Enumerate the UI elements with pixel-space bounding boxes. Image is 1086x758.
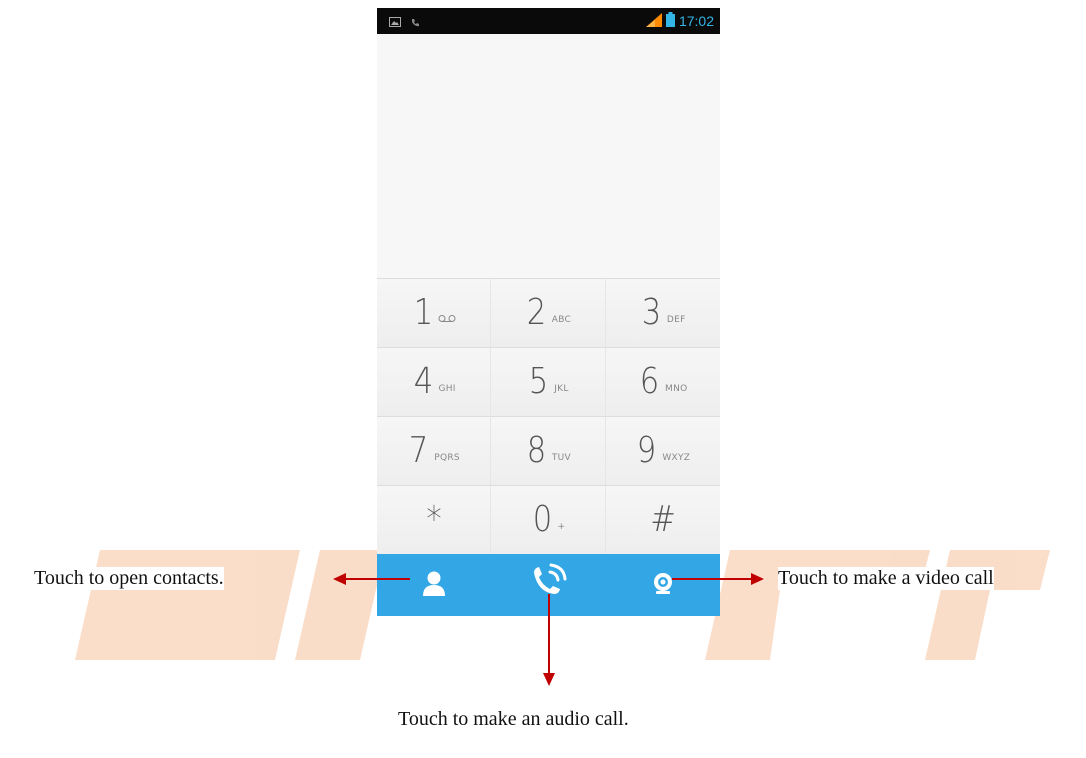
- annotation-arrows: [333, 573, 764, 686]
